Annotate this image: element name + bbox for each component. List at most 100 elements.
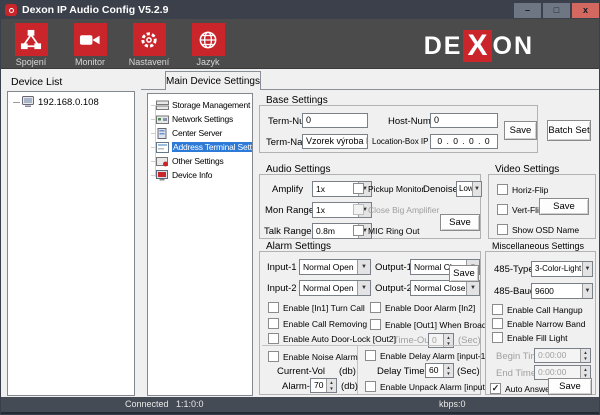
device-list-panel: 192.168.0.108 xyxy=(7,91,135,396)
tree-item-address-terminal-settings[interactable]: Address Terminal Settings xyxy=(151,140,252,154)
tree-connector xyxy=(13,102,20,103)
auto-answer-checkbox[interactable]: Auto Answer xyxy=(490,383,553,394)
enable-noise-alarm-checkbox[interactable]: Enable Noise Alarm xyxy=(268,351,358,362)
spin-down-icon: ▼ xyxy=(581,356,590,363)
checkbox-box xyxy=(353,183,364,194)
pickup-monitor-checkbox[interactable]: Pickup Monitor xyxy=(353,183,424,194)
input2-select[interactable]: Normal Open ▼ xyxy=(299,280,371,296)
enable-call-hangup-checkbox[interactable]: Enable Call Hangup xyxy=(492,304,583,315)
minimize-button[interactable]: – xyxy=(514,3,541,18)
chevron-down-icon: ▼ xyxy=(472,182,481,196)
connect-button[interactable]: Spojení xyxy=(7,23,55,67)
globe-icon xyxy=(192,23,225,56)
location-box-ip-input[interactable]: 0 . 0 . 0 . 0 xyxy=(430,134,498,149)
language-button[interactable]: Jazyk xyxy=(184,23,232,67)
network-icon xyxy=(15,23,48,56)
checkbox-box xyxy=(353,225,364,236)
device-tree-item[interactable]: 192.168.0.108 xyxy=(10,96,132,108)
delay-time-unit: (Sec) xyxy=(457,366,480,377)
output2-select[interactable]: Normal Close ▼ xyxy=(410,280,480,296)
audio-save-button[interactable]: Save xyxy=(440,214,480,231)
chevron-down-icon: ▼ xyxy=(357,281,370,295)
host-num-label: Host-Num xyxy=(388,116,431,127)
tree-item-storage-management[interactable]: Storage Management xyxy=(151,98,252,112)
enable-door-alarm-checkbox[interactable]: Enable Door Alarm [In2] xyxy=(370,302,475,313)
alarm-settings-group: Input-1 Normal Open ▼ Output-1 Normal Cl… xyxy=(259,251,481,395)
spin-down-icon: ▼ xyxy=(444,341,453,348)
chevron-down-icon: ▼ xyxy=(466,281,479,295)
network-settings-icon xyxy=(156,114,169,125)
amplify-label: Amplify xyxy=(272,184,303,195)
denoise-label: Denoise xyxy=(423,184,458,195)
checkbox-box xyxy=(365,350,376,361)
checkbox-box xyxy=(353,204,364,215)
enable-call-removing-checkbox[interactable]: Enable Call Removing xyxy=(268,318,367,329)
video-save-button[interactable]: Save xyxy=(539,198,589,215)
tree-item-device-info[interactable]: Device Info xyxy=(151,168,252,182)
alarm-save-button[interactable]: Save xyxy=(449,265,479,282)
location-box-ip-label: Location-Box IP xyxy=(372,137,428,146)
checkbox-box xyxy=(497,204,508,215)
denoise-select[interactable]: Low ▼ xyxy=(456,181,482,197)
checkbox-box xyxy=(365,381,376,392)
close-button[interactable]: x xyxy=(572,3,599,18)
device-icon xyxy=(22,96,35,108)
term-num-input[interactable]: 0 xyxy=(302,113,368,128)
enable-auto-doorlock-checkbox[interactable]: Enable Auto Door-Lock [Out2] xyxy=(268,333,396,344)
vert-flip-checkbox[interactable]: Vert-Flip xyxy=(497,204,544,215)
spin-down-icon[interactable]: ▼ xyxy=(327,386,336,393)
tree-item-other-settings[interactable]: Other Settings xyxy=(151,154,252,168)
spin-down-icon[interactable]: ▼ xyxy=(444,371,453,378)
monitor-button[interactable]: Monitor xyxy=(66,23,114,67)
settings-button[interactable]: Nastavení xyxy=(125,23,173,67)
tree-item-network-settings[interactable]: Network Settings xyxy=(151,112,252,126)
checkbox-box xyxy=(268,333,279,344)
checkbox-box xyxy=(268,351,279,362)
show-osd-name-checkbox[interactable]: Show OSD Name xyxy=(497,224,579,235)
mon-range-label: Mon Range xyxy=(265,205,314,216)
batch-set-button[interactable]: Batch Set xyxy=(547,120,591,141)
485-type-select[interactable]: 3-Color-Light ▼ xyxy=(531,261,593,277)
term-name-input[interactable]: Vzorek výroba PoE + a xyxy=(302,134,368,149)
window-title: Dexon IP Audio Config V5.2.9 xyxy=(22,4,168,16)
base-save-button[interactable]: Save xyxy=(504,121,537,140)
mic-ring-out-checkbox[interactable]: MIC Ring Out xyxy=(353,225,420,236)
delay-time-spinner[interactable]: 60 ▲▼ xyxy=(425,363,454,378)
enable-out1-broadcast-checkbox[interactable]: Enable [Out1] When Broadcast xyxy=(370,319,502,330)
enable-unpack-alarm-checkbox[interactable]: Enable Unpack Alarm [input-1] xyxy=(365,381,495,392)
center-server-icon xyxy=(156,128,169,139)
chevron-down-icon: ▼ xyxy=(582,262,592,276)
delay-time-label: Delay Time xyxy=(377,366,425,377)
enable-delay-alarm-checkbox[interactable]: Enable Delay Alarm [input-1] xyxy=(365,350,488,361)
485-baud-label: 485-Baud xyxy=(494,286,535,297)
misc-settings-group: 485-Type 3-Color-Light ▼ 485-Baud 9600 ▼… xyxy=(485,251,596,395)
485-baud-select[interactable]: 9600 ▼ xyxy=(531,283,593,299)
device-info-icon xyxy=(156,170,169,181)
tree-item-center-server[interactable]: Center Server xyxy=(151,126,252,140)
input2-label: Input-2 xyxy=(267,283,297,294)
input1-select[interactable]: Normal Open ▼ xyxy=(299,259,371,275)
enable-fill-light-checkbox[interactable]: Enable Fill Light xyxy=(492,332,567,343)
checkbox-box xyxy=(497,224,508,235)
enable-narrow-band-checkbox[interactable]: Enable Narrow Band xyxy=(492,318,585,329)
checkbox-box xyxy=(370,319,381,330)
misc-save-button[interactable]: Save xyxy=(548,378,592,395)
checkbox-box xyxy=(370,302,381,313)
checkbox-box xyxy=(497,184,508,195)
current-vol-unit: (db) xyxy=(339,366,356,377)
checkbox-box xyxy=(490,383,501,394)
tab-main-device-settings[interactable]: Main Device Settings xyxy=(165,71,261,90)
device-list-title: Device List xyxy=(11,76,62,88)
audio-settings-group: Amplify 1x ▼ Mon Range 1x ▼ Talk Range 0… xyxy=(259,174,481,239)
status-bar: Connected 1:1:0:0 kbps:0 xyxy=(1,397,599,412)
storage-icon xyxy=(156,100,169,111)
app-icon xyxy=(5,4,17,16)
enable-in1-turn-call-checkbox[interactable]: Enable [In1] Turn Call xyxy=(268,302,365,313)
alarm-vol-spinner[interactable]: 70 ▲▼ xyxy=(310,378,337,393)
maximize-button[interactable]: □ xyxy=(543,3,570,18)
host-num-input[interactable]: 0 xyxy=(430,113,498,128)
horiz-flip-checkbox[interactable]: Horiz-Flip xyxy=(497,184,548,195)
checkbox-box xyxy=(492,304,503,315)
end-time-label: End Time xyxy=(496,368,536,379)
toolbar: Spojení Monitor Nastaven xyxy=(1,19,599,69)
